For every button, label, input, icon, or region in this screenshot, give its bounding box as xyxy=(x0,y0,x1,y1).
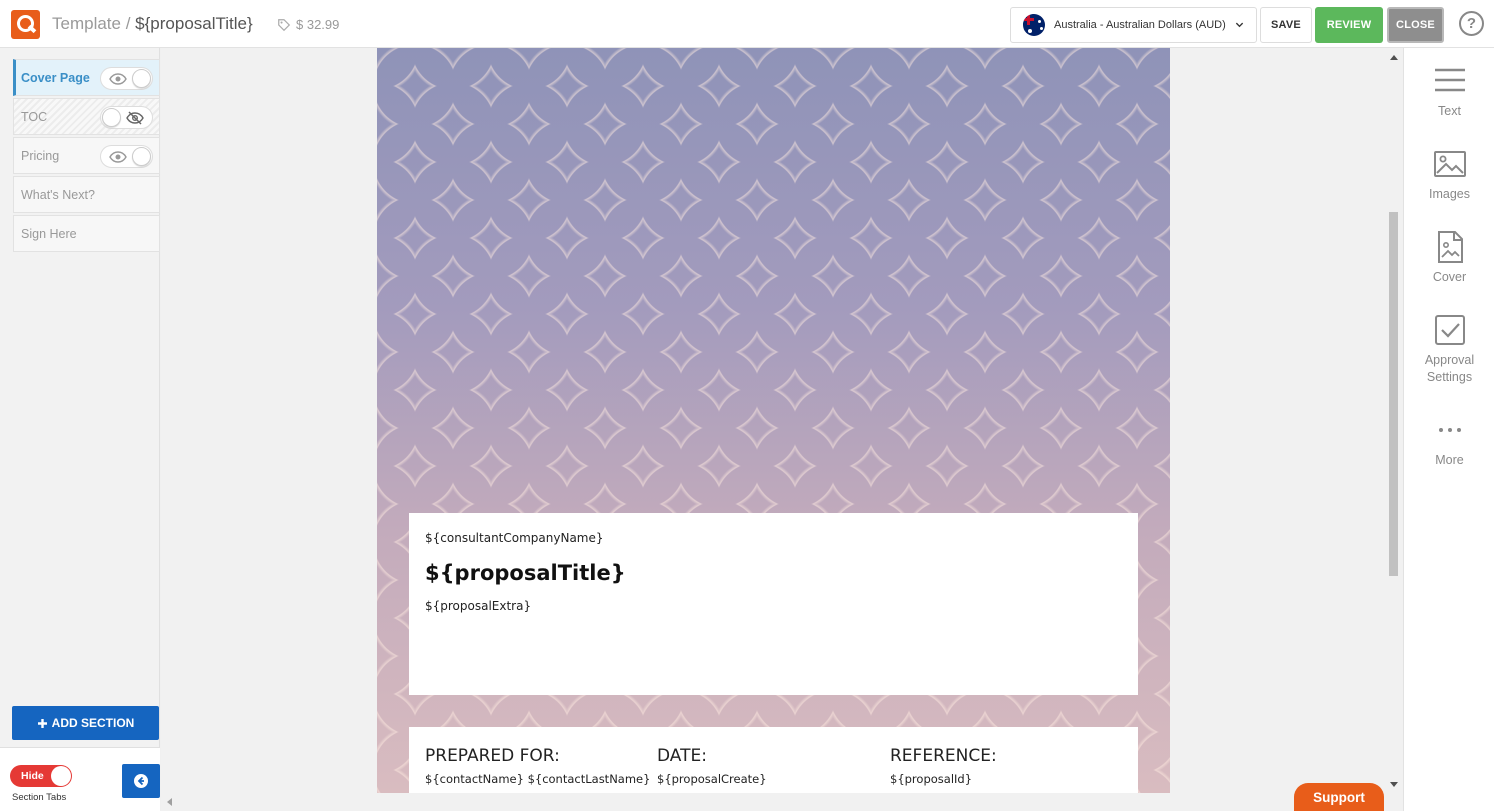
vertical-scrollbar[interactable] xyxy=(1385,48,1402,793)
plus-icon xyxy=(37,718,47,728)
section-tab-whats-next[interactable]: What's Next? xyxy=(13,176,160,213)
reference-label: REFERENCE: xyxy=(890,746,997,766)
prepared-for-label: PREPARED FOR: xyxy=(425,746,560,766)
close-button[interactable]: CLOSE xyxy=(1387,7,1444,43)
tag-icon xyxy=(278,18,291,31)
chevron-down-icon xyxy=(1235,22,1244,28)
scroll-up-arrow-icon[interactable] xyxy=(1390,55,1398,60)
visibility-toggle[interactable] xyxy=(100,106,153,129)
tool-label: Approval Settings xyxy=(1424,353,1475,384)
currency-select[interactable]: Australia - Australian Dollars (AUD) xyxy=(1010,7,1257,43)
section-tab-label: TOC xyxy=(21,109,48,124)
section-tab-sign-here[interactable]: Sign Here xyxy=(13,215,160,252)
text-lines-icon xyxy=(1434,68,1465,92)
section-tab-label: Sign Here xyxy=(21,226,77,241)
scroll-left-arrow-icon[interactable] xyxy=(167,798,172,806)
section-tab-label: Pricing xyxy=(21,148,60,163)
visibility-toggle[interactable] xyxy=(100,145,153,168)
editor-canvas: ${consultantCompanyName} ${proposalTitle… xyxy=(161,48,1403,793)
more-dots-icon xyxy=(1438,428,1461,432)
tool-text[interactable]: Text xyxy=(1404,64,1494,120)
breadcrumb-proposal-title[interactable]: ${proposalTitle} xyxy=(135,14,253,33)
add-section-button[interactable]: ADD SECTION xyxy=(12,706,159,740)
eye-icon xyxy=(109,73,127,85)
section-tab-label: Cover Page xyxy=(21,70,90,85)
review-button[interactable]: REVIEW xyxy=(1315,7,1383,43)
cover-company-name[interactable]: ${consultantCompanyName} xyxy=(425,531,1122,545)
scroll-down-arrow-icon[interactable] xyxy=(1390,782,1398,787)
cover-page[interactable]: ${consultantCompanyName} ${proposalTitle… xyxy=(377,48,1170,793)
sidebar-footer: Hide Section Tabs xyxy=(0,747,160,811)
add-section-label: ADD SECTION xyxy=(51,716,135,730)
tool-label: More xyxy=(1435,453,1464,467)
cover-info-block[interactable]: PREPARED FOR: ${contactName} ${contactLa… xyxy=(409,727,1138,793)
horizontal-scrollbar[interactable] xyxy=(161,793,1403,811)
support-button[interactable]: Support xyxy=(1294,783,1384,811)
breadcrumb: Template / ${proposalTitle} xyxy=(52,14,253,34)
arrow-left-circle-icon xyxy=(134,774,148,788)
cover-proposal-title[interactable]: ${proposalTitle} xyxy=(425,561,1122,585)
section-sidebar: Cover Page TOC Pricing What's Next? Sign… xyxy=(0,48,160,811)
image-icon xyxy=(1433,151,1466,177)
date-label: DATE: xyxy=(657,746,707,766)
tool-label: Text xyxy=(1438,104,1461,118)
breadcrumb-separator: / xyxy=(120,14,136,33)
tool-approval-settings[interactable]: Approval Settings xyxy=(1404,313,1494,386)
eye-icon xyxy=(109,151,127,163)
section-tab-label: What's Next? xyxy=(21,187,95,202)
hide-toggle-caption: Section Tabs xyxy=(12,792,67,803)
date-value[interactable]: ${proposalCreate} xyxy=(657,772,767,786)
section-tab-cover-page[interactable]: Cover Page xyxy=(13,59,160,96)
app-logo-icon[interactable] xyxy=(11,10,40,39)
section-tab-pricing[interactable]: Pricing xyxy=(13,137,160,174)
reference-column: REFERENCE: ${proposalId} xyxy=(890,746,997,786)
hide-section-tabs-toggle[interactable]: Hide xyxy=(10,765,72,787)
tool-label: Images xyxy=(1429,187,1470,201)
price-value: $ 32.99 xyxy=(296,17,340,32)
eye-slash-icon xyxy=(126,111,144,125)
save-button[interactable]: SAVE xyxy=(1260,7,1312,43)
prepared-for-column: PREPARED FOR: ${contactName} ${contactLa… xyxy=(425,746,650,786)
tool-label: Cover xyxy=(1432,270,1467,284)
reference-value[interactable]: ${proposalId} xyxy=(890,772,997,786)
currency-select-value: Australia - Australian Dollars (AUD) xyxy=(1054,19,1226,31)
section-tab-toc[interactable]: TOC xyxy=(13,98,160,135)
scrollbar-thumb[interactable] xyxy=(1389,212,1398,576)
cover-title-block[interactable]: ${consultantCompanyName} ${proposalTitle… xyxy=(409,513,1138,695)
top-bar: Template / ${proposalTitle} $ 32.99 Aust… xyxy=(0,0,1494,48)
breadcrumb-root[interactable]: Template xyxy=(52,14,121,33)
australia-flag-icon xyxy=(1023,14,1045,36)
tool-cover[interactable]: Cover xyxy=(1404,230,1494,286)
price-tag: $ 32.99 xyxy=(277,17,339,32)
cover-proposal-extra[interactable]: ${proposalExtra} xyxy=(425,599,1122,613)
cover-icon xyxy=(1437,231,1463,263)
right-toolbar: Text Images Cover Approval Settings More xyxy=(1403,48,1494,811)
collapse-sidebar-button[interactable] xyxy=(122,764,160,798)
prepared-for-value[interactable]: ${contactName} ${contactLastName} xyxy=(425,772,650,786)
visibility-toggle[interactable] xyxy=(100,67,153,90)
hide-toggle-label: Hide xyxy=(21,770,44,782)
tool-images[interactable]: Images xyxy=(1404,147,1494,203)
date-column: DATE: ${proposalCreate} xyxy=(657,746,767,786)
tool-more[interactable]: More xyxy=(1404,413,1494,469)
help-icon[interactable]: ? xyxy=(1459,11,1484,36)
checkbox-icon xyxy=(1434,315,1465,345)
